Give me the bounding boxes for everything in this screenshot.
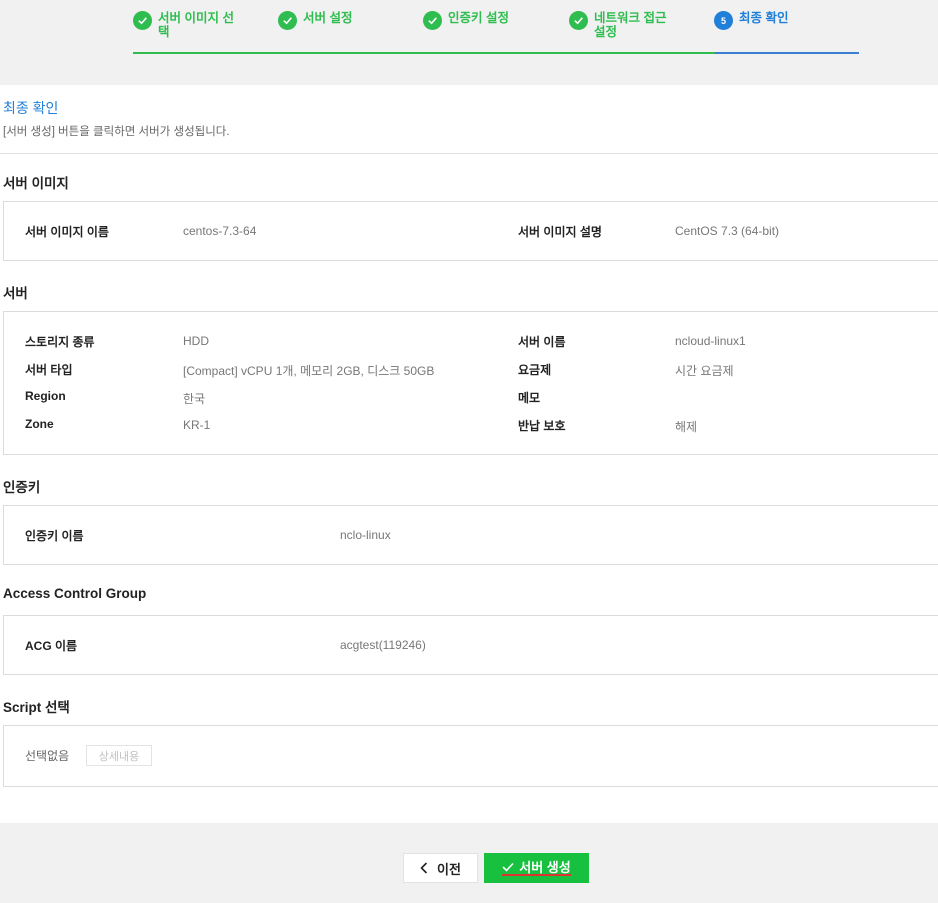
step-final-confirm[interactable]: 5 최종 확인 — [714, 11, 788, 30]
region-value: 한국 — [183, 392, 206, 406]
step-label: 서버 이미지 선 택 — [158, 11, 234, 39]
step-label: 최종 확인 — [739, 11, 789, 25]
stepper-progress-done — [133, 52, 715, 54]
pricing-plan-label: 요금제 — [518, 363, 552, 377]
server-image-name-label: 서버 이미지 이름 — [25, 225, 109, 239]
page-title: 최종 확인 — [3, 100, 59, 116]
check-icon — [502, 862, 514, 872]
acg-box: ACG 이름 acgtest(119246) — [3, 615, 938, 675]
create-button-label: 서버 생성 — [519, 859, 571, 875]
step-network-access[interactable]: 네트워크 접근 설정 — [569, 11, 666, 39]
server-image-desc-label: 서버 이미지 설명 — [518, 225, 602, 239]
check-icon — [569, 11, 588, 30]
pricing-plan-value: 시간 요금제 — [675, 364, 734, 378]
script-box: 선택없음 상세내용 — [3, 725, 938, 787]
storage-type-label: 스토리지 종류 — [25, 335, 95, 349]
divider — [0, 153, 938, 154]
auth-key-name-value: nclo-linux — [340, 528, 391, 542]
zone-value: KR-1 — [183, 418, 211, 432]
server-box: 스토리지 종류 HDD 서버 타입 [Compact] vCPU 1개, 메모리… — [3, 311, 938, 455]
step-auth-key[interactable]: 인증키 설정 — [423, 11, 509, 30]
acg-name-label: ACG 이름 — [25, 639, 78, 653]
section-title-server-image: 서버 이미지 — [3, 176, 69, 191]
script-selection-value: 선택없음 — [25, 749, 70, 763]
prev-button[interactable]: 이전 — [403, 853, 478, 883]
step-server-image[interactable]: 서버 이미지 선 택 — [133, 11, 234, 39]
server-image-name-value: centos-7.3-64 — [183, 224, 257, 238]
check-icon — [133, 11, 152, 30]
server-image-box: 서버 이미지 이름 centos-7.3-64 서버 이미지 설명 CentOS… — [3, 201, 938, 261]
return-protection-label: 반납 보호 — [518, 419, 566, 433]
check-icon — [423, 11, 442, 30]
stepper-progress-current — [715, 52, 859, 54]
prev-button-label: 이전 — [437, 861, 461, 877]
section-title-script: Script 선택 — [3, 700, 70, 715]
step-server-settings[interactable]: 서버 설정 — [278, 11, 352, 30]
server-image-desc-value: CentOS 7.3 (64-bit) — [675, 224, 780, 238]
zone-label: Zone — [25, 417, 54, 431]
chevron-left-icon — [420, 862, 428, 874]
section-title-acg: Access Control Group — [3, 586, 147, 601]
auth-key-box: 인증키 이름 nclo-linux — [3, 505, 938, 565]
step-number-badge: 5 — [714, 11, 733, 30]
create-server-button[interactable]: 서버 생성 — [484, 853, 589, 883]
step-label: 네트워크 접근 설정 — [594, 11, 667, 39]
server-type-value: [Compact] vCPU 1개, 메모리 2GB, 디스크 50GB — [183, 364, 435, 378]
server-name-label: 서버 이름 — [518, 335, 566, 349]
step-label: 인증키 설정 — [448, 11, 509, 25]
check-icon — [278, 11, 297, 30]
return-protection-value: 해제 — [675, 420, 698, 434]
acg-name-value: acgtest(119246) — [340, 638, 426, 652]
final-confirm-panel: 최종 확인 [서버 생성] 버튼을 클릭하면 서버가 생성됩니다. 서버 이미지… — [0, 85, 938, 823]
memo-label: 메모 — [518, 391, 541, 405]
section-title-auth-key: 인증키 — [3, 480, 41, 495]
server-type-label: 서버 타입 — [25, 363, 73, 377]
detail-button[interactable]: 상세내용 — [86, 745, 152, 766]
storage-type-value: HDD — [183, 334, 209, 348]
page-description: [서버 생성] 버튼을 클릭하면 서버가 생성됩니다. — [3, 126, 230, 138]
region-label: Region — [25, 389, 66, 403]
progress-stepper: 서버 이미지 선 택 서버 설정 인증키 설정 네트워크 접근 설정 5 최종 … — [133, 10, 859, 55]
section-title-server: 서버 — [3, 286, 28, 301]
create-button-content: 서버 생성 — [502, 859, 571, 876]
server-name-value: ncloud-linux1 — [675, 334, 746, 348]
auth-key-name-label: 인증키 이름 — [25, 529, 84, 543]
step-label: 서버 설정 — [303, 11, 353, 25]
